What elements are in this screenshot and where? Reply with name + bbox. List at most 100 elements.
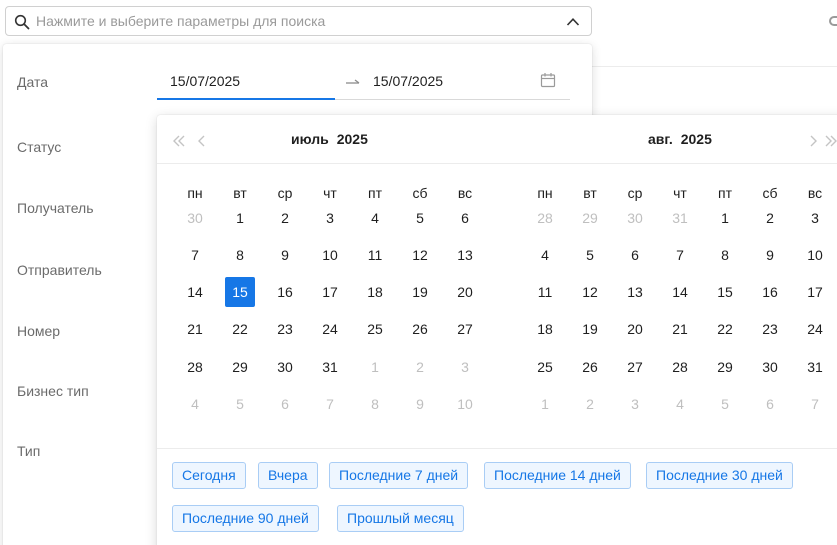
chevron-up-icon[interactable] (565, 14, 581, 30)
calendar-day[interactable]: 7 (665, 240, 695, 270)
calendar-day[interactable]: 11 (530, 277, 560, 307)
calendar-day[interactable]: 18 (360, 277, 390, 307)
calendar-day[interactable]: 7 (315, 389, 345, 419)
calendar-day[interactable]: 30 (755, 352, 785, 382)
calendar-day[interactable]: 28 (665, 352, 695, 382)
calendar-day[interactable]: 16 (755, 277, 785, 307)
calendar-day[interactable]: 2 (270, 203, 300, 233)
calendar-day[interactable]: 6 (755, 389, 785, 419)
calendar-day[interactable]: 19 (575, 314, 605, 344)
calendar-day[interactable]: 3 (450, 352, 480, 382)
calendar-day[interactable]: 21 (180, 314, 210, 344)
calendar-day[interactable]: 4 (530, 240, 560, 270)
double-chevron-right-icon[interactable] (823, 133, 837, 149)
calendar-day[interactable]: 28 (530, 203, 560, 233)
calendar-day[interactable]: 6 (450, 203, 480, 233)
calendar-day[interactable]: 29 (225, 352, 255, 382)
calendar-day[interactable]: 2 (755, 203, 785, 233)
calendar-day[interactable]: 24 (800, 314, 830, 344)
calendar-day[interactable]: 30 (180, 203, 210, 233)
year-name[interactable]: 2025 (681, 131, 712, 147)
month-name[interactable]: июль (291, 131, 329, 147)
calendar-day[interactable]: 13 (450, 240, 480, 270)
calendar-day[interactable]: 22 (710, 314, 740, 344)
calendar-day[interactable]: 5 (405, 203, 435, 233)
calendar-day[interactable]: 25 (360, 314, 390, 344)
calendar-day[interactable]: 29 (575, 203, 605, 233)
calendar-day[interactable]: 17 (800, 277, 830, 307)
calendar-day[interactable]: 12 (575, 277, 605, 307)
calendar-day[interactable]: 1 (710, 203, 740, 233)
calendar-day[interactable]: 31 (800, 352, 830, 382)
calendar-day[interactable]: 7 (800, 389, 830, 419)
calendar-day[interactable]: 16 (270, 277, 300, 307)
calendar-day[interactable]: 4 (360, 203, 390, 233)
calendar-day[interactable]: 4 (665, 389, 695, 419)
calendar-day[interactable]: 10 (800, 240, 830, 270)
calendar-day[interactable]: 28 (180, 352, 210, 382)
preset-last-30-days[interactable]: Последние 30 дней (646, 462, 793, 489)
month-name[interactable]: авг. (648, 131, 673, 147)
calendar-day[interactable]: 8 (710, 240, 740, 270)
calendar-day[interactable]: 26 (575, 352, 605, 382)
calendar-day[interactable]: 23 (270, 314, 300, 344)
search-input[interactable]: Нажмите и выберите параметры для поиска (5, 6, 592, 36)
calendar-day[interactable]: 3 (800, 203, 830, 233)
calendar-day[interactable]: 4 (180, 389, 210, 419)
month-title-left[interactable]: июль 2025 (291, 131, 368, 147)
month-title-right[interactable]: авг. 2025 (648, 131, 712, 147)
calendar-day[interactable]: 29 (710, 352, 740, 382)
chevron-right-icon[interactable] (805, 133, 821, 149)
calendar-day[interactable]: 8 (360, 389, 390, 419)
calendar-day[interactable]: 9 (270, 240, 300, 270)
calendar-day[interactable]: 14 (665, 277, 695, 307)
calendar-day[interactable]: 11 (360, 240, 390, 270)
calendar-day[interactable]: 25 (530, 352, 560, 382)
calendar-day[interactable]: 15 (710, 277, 740, 307)
calendar-day[interactable]: 31 (665, 203, 695, 233)
calendar-day[interactable]: 5 (575, 240, 605, 270)
calendar-day[interactable]: 8 (225, 240, 255, 270)
calendar-day[interactable]: 18 (530, 314, 560, 344)
calendar-day[interactable]: 6 (620, 240, 650, 270)
calendar-day[interactable]: 20 (620, 314, 650, 344)
calendar-day[interactable]: 6 (270, 389, 300, 419)
calendar-day[interactable]: 23 (755, 314, 785, 344)
double-chevron-left-icon[interactable] (171, 133, 187, 149)
range-start-input[interactable]: 15/07/2025 (170, 73, 240, 89)
calendar-day[interactable]: 10 (450, 389, 480, 419)
calendar-day[interactable]: 3 (315, 203, 345, 233)
calendar-day[interactable]: 1 (360, 352, 390, 382)
calendar-day[interactable]: 30 (620, 203, 650, 233)
range-end-input[interactable]: 15/07/2025 (373, 73, 443, 89)
calendar-day[interactable]: 20 (450, 277, 480, 307)
calendar-day[interactable]: 1 (225, 203, 255, 233)
calendar-day[interactable]: 2 (405, 352, 435, 382)
calendar-day[interactable]: 12 (405, 240, 435, 270)
calendar-day[interactable]: 17 (315, 277, 345, 307)
preset-last-90-days[interactable]: Последние 90 дней (172, 505, 319, 532)
calendar-day[interactable]: 5 (710, 389, 740, 419)
calendar-day[interactable]: 26 (405, 314, 435, 344)
calendar-day[interactable]: 1 (530, 389, 560, 419)
calendar-day[interactable]: 19 (405, 277, 435, 307)
year-name[interactable]: 2025 (337, 131, 368, 147)
calendar-day[interactable]: 30 (270, 352, 300, 382)
calendar-day[interactable]: 21 (665, 314, 695, 344)
calendar-day[interactable]: 31 (315, 352, 345, 382)
preset-last-14-days[interactable]: Последние 14 дней (484, 462, 631, 489)
calendar-day[interactable]: 7 (180, 240, 210, 270)
calendar-icon[interactable] (540, 72, 556, 88)
preset-last-7-days[interactable]: Последние 7 дней (329, 462, 469, 489)
preset-yesterday[interactable]: Вчера (258, 462, 318, 489)
chevron-left-icon[interactable] (194, 133, 210, 149)
calendar-day[interactable]: 27 (450, 314, 480, 344)
calendar-day[interactable]: 9 (755, 240, 785, 270)
preset-today[interactable]: Сегодня (172, 462, 246, 489)
calendar-day[interactable]: 9 (405, 389, 435, 419)
calendar-day[interactable]: 5 (225, 389, 255, 419)
calendar-day[interactable]: 22 (225, 314, 255, 344)
calendar-day-selected[interactable]: 15 (225, 277, 255, 307)
calendar-day[interactable]: 10 (315, 240, 345, 270)
calendar-day[interactable]: 24 (315, 314, 345, 344)
